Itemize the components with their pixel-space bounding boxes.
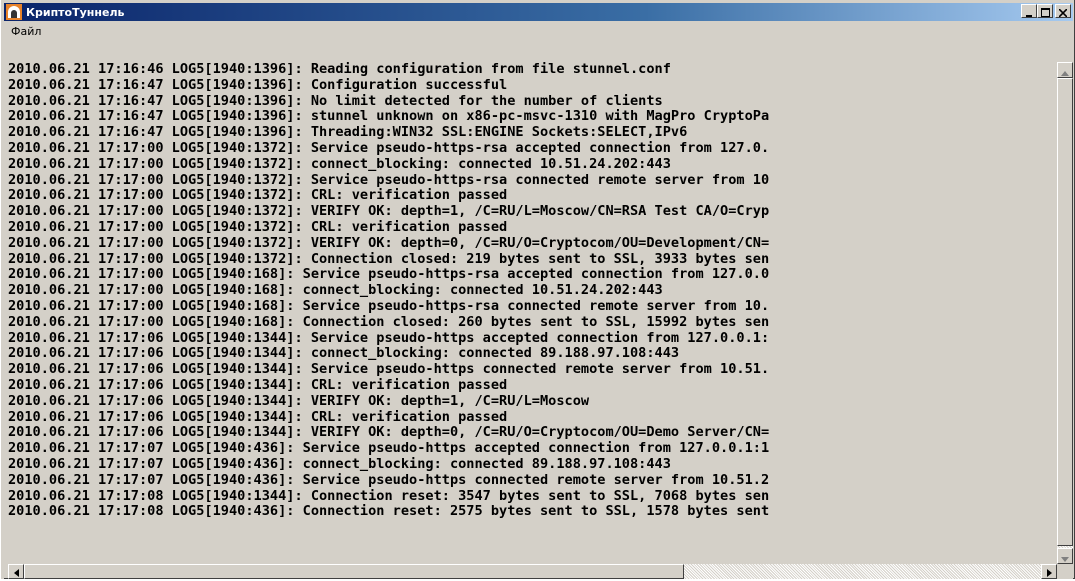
vertical-scrollbar[interactable]: [1057, 62, 1073, 564]
close-button[interactable]: [1055, 4, 1071, 18]
horizontal-scrollbar[interactable]: [8, 564, 1057, 579]
arrow-down-icon: [1061, 547, 1069, 566]
arrow-right-icon: [1046, 562, 1052, 581]
log-line: 2010.06.21 17:17:06 LOG5[1940:1344]: Ser…: [8, 362, 770, 378]
log-line: 2010.06.21 17:17:06 LOG5[1940:1344]: CRL…: [8, 377, 508, 393]
log-line: 2010.06.21 17:16:46 LOG5[1940:1396]: Rea…: [8, 62, 671, 77]
log-line: 2010.06.21 17:17:06 LOG5[1940:1344]: VER…: [8, 425, 770, 441]
log-line: 2010.06.21 17:17:08 LOG5[1940:1344]: Con…: [8, 488, 770, 504]
minimize-icon: [1025, 2, 1033, 21]
scroll-left-button[interactable]: [8, 564, 24, 579]
app-window: КриптоТуннель Файл 2010.06.21 17:16:46 L…: [0, 0, 1075, 579]
log-line: 2010.06.21 17:17:00 LOG5[1940:1372]: Ser…: [8, 172, 770, 188]
size-grip[interactable]: [1057, 564, 1073, 579]
log-line: 2010.06.21 17:17:07 LOG5[1940:436]: conn…: [8, 456, 671, 472]
log-line: 2010.06.21 17:17:00 LOG5[1940:168]: Serv…: [8, 267, 770, 283]
arrow-up-icon: [1061, 61, 1069, 80]
log-line: 2010.06.21 17:17:00 LOG5[1940:1372]: VER…: [8, 204, 770, 220]
log-line: 2010.06.21 17:17:00 LOG5[1940:1372]: con…: [8, 156, 671, 172]
log-line: 2010.06.21 17:17:08 LOG5[1940:436]: Conn…: [8, 504, 770, 520]
window-frame: [0, 0, 4, 579]
scroll-right-button[interactable]: [1041, 564, 1057, 579]
log-output[interactable]: 2010.06.21 17:16:46 LOG5[1940:1396]: Rea…: [8, 62, 1055, 564]
log-line: 2010.06.21 17:17:00 LOG5[1940:168]: Conn…: [8, 314, 770, 330]
arrow-left-icon: [13, 562, 19, 581]
log-line: 2010.06.21 17:17:07 LOG5[1940:436]: Serv…: [8, 472, 770, 488]
menu-file[interactable]: Файл: [4, 22, 48, 41]
scroll-down-button[interactable]: [1057, 548, 1073, 564]
log-line: 2010.06.21 17:17:06 LOG5[1940:1344]: Ser…: [8, 330, 770, 346]
window-title: КриптоТуннель: [26, 5, 125, 19]
log-line: 2010.06.21 17:16:47 LOG5[1940:1396]: Thr…: [8, 125, 688, 141]
log-line: 2010.06.21 17:17:00 LOG5[1940:1372]: VER…: [8, 235, 770, 251]
log-line: 2010.06.21 17:17:00 LOG5[1940:1372]: CRL…: [8, 219, 508, 235]
close-icon: [1058, 2, 1068, 21]
window-controls: [1021, 4, 1071, 18]
log-line: 2010.06.21 17:16:47 LOG5[1940:1396]: Con…: [8, 77, 508, 93]
scroll-up-button[interactable]: [1057, 62, 1073, 78]
log-line: 2010.06.21 17:17:00 LOG5[1940:168]: Serv…: [8, 298, 770, 314]
log-line: 2010.06.21 17:17:06 LOG5[1940:1344]: VER…: [8, 393, 590, 409]
log-line: 2010.06.21 17:17:00 LOG5[1940:1372]: Ser…: [8, 140, 770, 156]
log-line: 2010.06.21 17:17:00 LOG5[1940:1372]: Con…: [8, 251, 770, 267]
log-line: 2010.06.21 17:16:47 LOG5[1940:1396]: No …: [8, 93, 663, 109]
title-bar[interactable]: КриптоТуннель: [4, 3, 1073, 21]
horizontal-scroll-thumb[interactable]: [24, 564, 684, 579]
log-line: 2010.06.21 17:17:06 LOG5[1940:1344]: con…: [8, 346, 680, 362]
maximize-button[interactable]: [1037, 4, 1053, 18]
tunnel-app-icon: [6, 4, 22, 20]
vertical-scroll-thumb[interactable]: [1057, 78, 1073, 546]
log-line: 2010.06.21 17:17:06 LOG5[1940:1344]: CRL…: [8, 409, 508, 425]
log-line: 2010.06.21 17:16:47 LOG5[1940:1396]: stu…: [8, 109, 770, 125]
log-line: 2010.06.21 17:17:00 LOG5[1940:168]: conn…: [8, 283, 663, 299]
log-line: 2010.06.21 17:17:07 LOG5[1940:436]: Serv…: [8, 441, 770, 457]
menu-bar: Файл: [4, 22, 1073, 41]
maximize-icon: [1040, 2, 1050, 21]
minimize-button[interactable]: [1021, 4, 1037, 18]
log-line: 2010.06.21 17:17:00 LOG5[1940:1372]: CRL…: [8, 188, 508, 204]
